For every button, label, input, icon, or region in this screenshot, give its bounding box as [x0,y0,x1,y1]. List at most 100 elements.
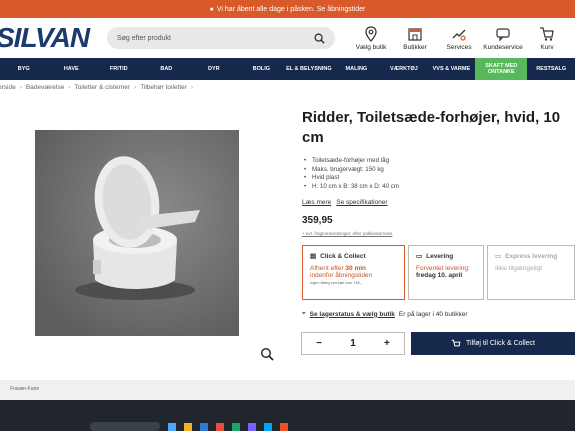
store-icon: ▤ [310,253,317,260]
announcement-bar[interactable]: ● Vi har åbent alle dage i påsken. Se åb… [0,0,575,18]
option-title: Click & Collect [320,252,366,260]
taskbar-app-icon[interactable] [200,423,208,431]
breadcrumb-item[interactable]: orside [0,84,16,91]
express-status: Ikke tilgængeligt [495,265,542,272]
product-links: Læs mere Se specifikationer [302,199,388,206]
product-features: Toiletsæde-forhøjer med låg Maks. bruger… [304,157,399,191]
stock-text: Er på lager i 40 butikker [398,310,468,318]
option-title: Express levering [505,252,558,260]
cart-icon [540,26,554,41]
header-icon-label: Services [446,43,472,51]
express-truck-icon: ▭ [495,253,502,260]
pickup-hours: indenfor åbningstiden [310,272,373,279]
os-taskbar [0,400,575,431]
logo[interactable]: SILVAN [0,22,104,54]
pickup-time: 30 min [345,265,367,272]
feature-item: Hvid plast [304,174,399,183]
services-icon [452,29,466,41]
header-icon-label: Kurv [540,43,554,51]
quantity-stepper: − 1 + [301,332,405,355]
nav-item-maling[interactable]: MALING [333,66,381,72]
read-more-link[interactable]: Læs mere [302,199,331,206]
header-icon-label: Vælg butik [355,43,387,51]
site-header: SILVAN Søg efter produkt Vælg butik Buti… [0,18,575,58]
taskbar-app-icon[interactable] [216,423,224,431]
nav-item-campaign[interactable]: SKAFT MED ONTANKE [475,58,528,80]
taskbar-app-icon[interactable] [264,423,272,431]
stock-link[interactable]: Se lagerstatus & vælg butik [310,311,395,318]
header-icon-label: Kundeservice [483,43,523,51]
header-services[interactable]: Services [437,26,481,51]
click-collect-option[interactable]: ▤ Click & Collect Afhent efter 30 min ind… [302,245,405,300]
breadcrumb-item[interactable]: Toiletter & cisterner [74,84,130,91]
nav-item-byg[interactable]: BYG [0,66,48,72]
nav-item-fritid[interactable]: FRITID [95,66,143,72]
taskbar-app-icon[interactable] [248,423,256,431]
search-icon[interactable] [314,33,325,44]
browser-viewport: ● Vi har åbent alle dage i påsken. Se åb… [0,0,575,400]
search-input[interactable]: Søg efter produkt [106,27,335,49]
product-title: Ridder, Toiletsæde-forhøjer, hvid, 10 cm [302,109,561,146]
option-title: Levering [426,252,454,260]
header-cart[interactable]: Kurv [525,26,569,51]
truck-icon: ▭ [416,253,423,260]
header-customer-service[interactable]: Kundeservice [481,26,525,51]
delivery-expected: Forventet levering: [416,265,470,272]
header-store-select[interactable]: Vælg butik [349,25,393,51]
breadcrumb-item[interactable]: Tilbehør toiletter [140,84,187,91]
product-price: 359,95 [302,215,333,226]
nav-item-have[interactable]: HAVE [48,66,96,72]
delivery-date: fredag 10. april [416,272,463,279]
feature-item: Maks. brugervægt: 150 kg [304,166,399,175]
taskbar-app-icon[interactable] [232,423,240,431]
taskbar-search-box[interactable] [90,422,160,431]
nav-item-bad[interactable]: BAD [143,66,191,72]
location-pin-icon [365,25,377,42]
header-icon-label: Butikker [403,43,427,51]
nav-item-bolig[interactable]: BOLIG [238,66,286,72]
breadcrumb-item[interactable]: Badeværelse [26,84,64,91]
search-placeholder: Søg efter produkt [116,34,171,42]
feature-item: Toiletsæde-forhøjer med låg [304,157,399,166]
breadcrumb-separator: › [68,83,71,91]
taskbar-app-icon[interactable] [280,423,288,431]
product-image[interactable] [35,130,239,336]
increase-button[interactable]: + [384,338,390,349]
express-option[interactable]: ▭ Express levering Ikke tilgængeligt [487,245,575,300]
pickup-note: Ingen tillæg ved køb over 150,- [310,281,363,285]
breadcrumb-separator: › [134,83,137,91]
taskbar-icons [90,422,288,431]
delivery-option[interactable]: ▭ Levering Forventet levering: fredag 10.… [408,245,484,300]
breadcrumb-separator: › [19,83,22,91]
toilet-seat-raiser-illustration [35,130,239,336]
taskbar-app-icon[interactable] [184,423,192,431]
stock-status: ⌖ Se lagerstatus & vælg butik Er på lage… [302,310,468,318]
cart-icon [451,339,461,346]
nav-item-restsalg[interactable]: RESTSALG [527,66,575,72]
location-pin-icon: ⌖ [302,310,306,317]
nav-item-el-belysning[interactable]: EL & BELYSNING [285,66,333,72]
add-to-cart-label: Tilføj til Click & Collect [466,340,535,347]
breadcrumb-separator: › [190,83,194,91]
nav-item-vvs-varme[interactable]: VVS & VARME [428,66,476,72]
announcement-text: Vi har åbent alle dage i påsken. Se åbni… [216,5,366,13]
decrease-button[interactable]: − [316,338,322,349]
zoom-icon[interactable] [260,347,274,361]
nav-item-vaerktoej[interactable]: VÆRKTØJ [380,66,428,72]
chat-icon [496,27,510,41]
price-note[interactable]: + evt. fragtomkostninger, efter pakkestø… [302,231,392,236]
taskbar-app-icon[interactable] [168,423,176,431]
pickup-text: Afhent efter [310,265,346,272]
add-to-cart-button[interactable]: Tilføj til Click & Collect [411,332,575,355]
quantity-value[interactable]: 1 [350,338,356,349]
category-nav: BYG HAVE FRITID BAD DYR BOLIG EL & BELYS… [0,58,575,80]
breadcrumb: orside› Badeværelse› Toiletter & cistern… [0,80,575,94]
specifications-link[interactable]: Se specifikationer [336,199,387,206]
header-stores[interactable]: Butikker [393,26,437,51]
store-icon [408,27,422,41]
feature-item: H: 10 cm x B: 38 cm x D: 40 cm [304,183,399,192]
nav-item-dyr[interactable]: DYR [190,66,238,72]
info-icon: ● [209,5,214,13]
footer-strip: Fravær-Fane [0,380,575,400]
footer-text: Fravær-Fane [10,386,40,392]
